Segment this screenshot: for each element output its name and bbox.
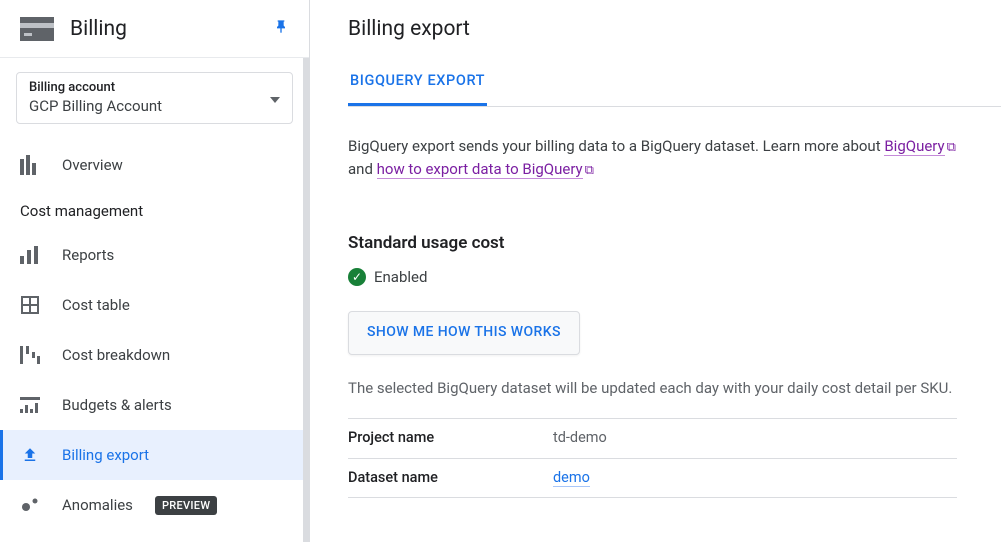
- sidebar-item-cost-breakdown[interactable]: Cost breakdown: [0, 330, 309, 380]
- budget-icon: [20, 395, 40, 415]
- nav-label: Cost table: [62, 296, 130, 314]
- nav-label: Cost breakdown: [62, 346, 170, 364]
- upload-icon: [20, 445, 40, 465]
- config-table: Project name td-demo Dataset name demo: [348, 418, 957, 498]
- dataset-name-link[interactable]: demo: [553, 469, 590, 487]
- dropdown-caret-icon: [270, 88, 280, 107]
- table-row: Dataset name demo: [348, 458, 957, 497]
- waterfall-icon: [20, 345, 40, 365]
- dataset-name-key: Dataset name: [348, 458, 553, 497]
- sidebar-item-cost-table[interactable]: Cost table: [0, 280, 309, 330]
- sidebar-item-reports[interactable]: Reports: [0, 230, 309, 280]
- table-row: Project name td-demo: [348, 419, 957, 458]
- sidebar-item-billing-export[interactable]: Billing export: [0, 430, 309, 480]
- billing-account-selector[interactable]: Billing account GCP Billing Account: [16, 72, 293, 124]
- desc-text: BigQuery export sends your billing data …: [348, 137, 884, 155]
- nav: Overview Cost management Reports Cost ta…: [0, 134, 309, 530]
- check-circle-icon: ✓: [348, 268, 366, 286]
- preview-badge: PREVIEW: [155, 496, 217, 515]
- link-howto-export[interactable]: how to export data to BigQuery: [377, 160, 583, 179]
- nav-label: Billing export: [62, 446, 149, 464]
- desc-text: and: [348, 160, 377, 178]
- section-standard-usage: Standard usage cost: [348, 230, 957, 256]
- pin-icon[interactable]: [273, 19, 289, 39]
- project-name-val: td-demo: [553, 419, 957, 458]
- bar-chart-icon: [20, 245, 40, 265]
- show-me-how-button[interactable]: SHOW ME HOW THIS WORKS: [348, 311, 580, 355]
- link-bigquery[interactable]: BigQuery: [884, 137, 944, 156]
- grid-icon: [20, 295, 40, 315]
- nav-label: Budgets & alerts: [62, 396, 172, 414]
- external-link-icon: ⧉: [585, 163, 594, 178]
- nav-label: Anomalies: [62, 496, 133, 514]
- sidebar-item-budgets[interactable]: Budgets & alerts: [0, 380, 309, 430]
- status-row: ✓ Enabled: [348, 266, 957, 289]
- sidebar: Billing Billing account GCP Billing Acco…: [0, 0, 310, 542]
- sidebar-header: Billing: [0, 0, 309, 58]
- account-value: GCP Billing Account: [29, 97, 270, 115]
- nav-label: Overview: [62, 156, 123, 174]
- content: BigQuery export sends your billing data …: [348, 107, 1001, 498]
- sidebar-item-anomalies[interactable]: Anomalies PREVIEW: [0, 480, 309, 530]
- project-name-key: Project name: [348, 419, 553, 458]
- nav-label: Reports: [62, 246, 114, 264]
- section-cost-management: Cost management: [0, 190, 309, 230]
- billing-icon: [20, 17, 54, 41]
- tabs: BIGQUERY EXPORT: [348, 58, 1001, 107]
- dataset-description: The selected BigQuery dataset will be up…: [348, 377, 957, 400]
- external-link-icon: ⧉: [947, 140, 956, 155]
- main: Billing export BIGQUERY EXPORT BigQuery …: [310, 0, 1001, 542]
- sidebar-item-overview[interactable]: Overview: [0, 140, 309, 190]
- sidebar-title: Billing: [70, 17, 273, 41]
- export-description: BigQuery export sends your billing data …: [348, 135, 957, 182]
- tab-bigquery-export[interactable]: BIGQUERY EXPORT: [348, 58, 487, 106]
- main-header: Billing export: [348, 0, 1001, 58]
- status-text: Enabled: [374, 266, 427, 289]
- dashboard-icon: [20, 155, 40, 175]
- anomaly-icon: [20, 495, 40, 515]
- sidebar-scrollbar[interactable]: [303, 58, 309, 542]
- page-title: Billing export: [348, 17, 470, 41]
- account-label: Billing account: [29, 80, 270, 95]
